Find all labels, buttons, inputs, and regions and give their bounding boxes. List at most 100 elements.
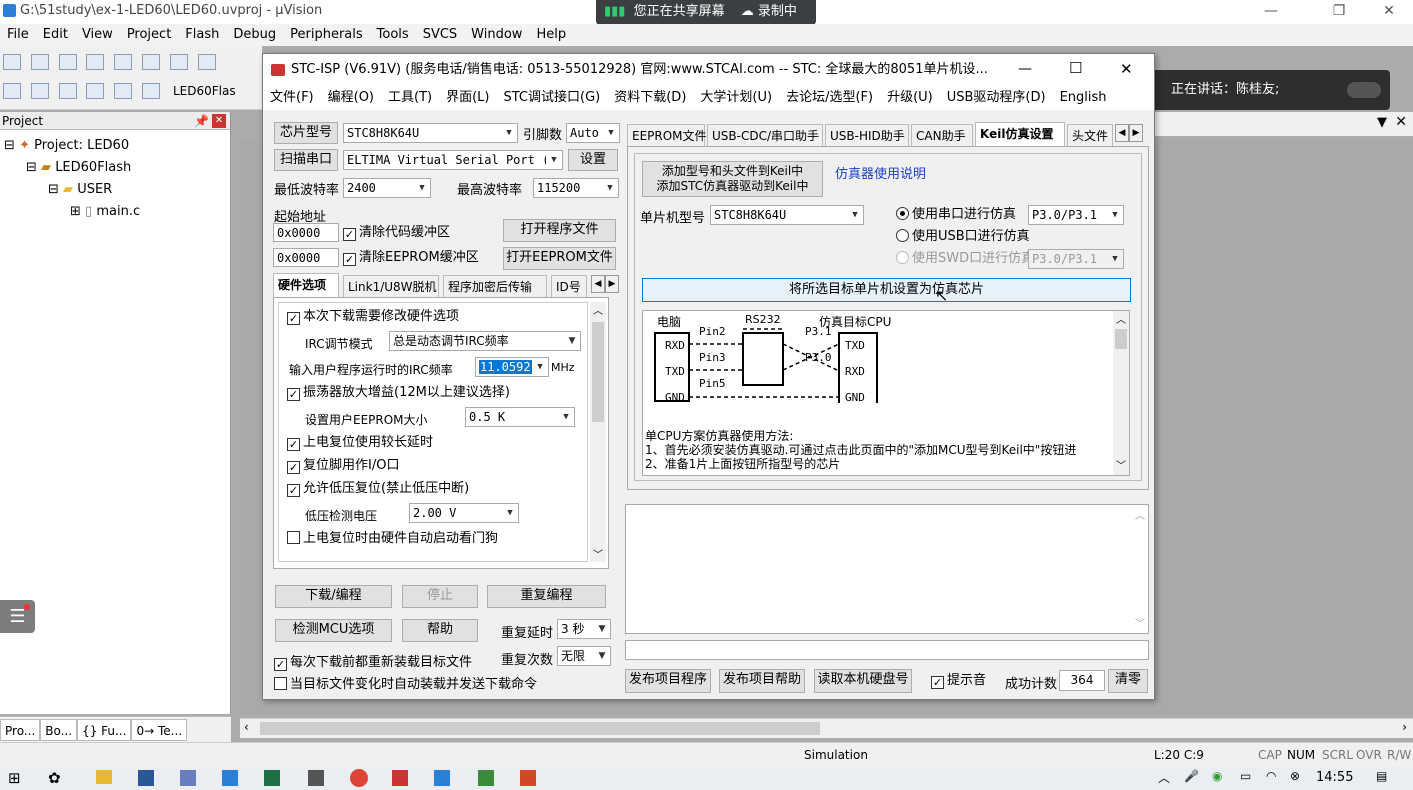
scroll-down-icon[interactable]: ﹀ xyxy=(593,546,603,561)
clock[interactable]: 14:55 xyxy=(1316,770,1353,785)
isp-minimize-icon[interactable]: — xyxy=(1018,61,1032,77)
tab-usb-hid[interactable]: USB-HID助手 xyxy=(825,124,909,146)
sim-manual-link[interactable]: 仿真器使用说明 xyxy=(835,163,926,182)
collapse-icon[interactable]: ⊟ xyxy=(4,138,15,153)
menu-help[interactable]: Help xyxy=(529,24,573,46)
tab-scroll-left-icon[interactable]: ◀ xyxy=(591,275,605,293)
min-baud-select[interactable]: 2400 ▼ xyxy=(343,178,431,198)
rebuild-icon[interactable] xyxy=(58,83,77,99)
detect-mcu-button[interactable]: 检测MCU选项 xyxy=(275,619,392,642)
add-to-keil-button[interactable]: 添加型号和头文件到Keil中 添加STC仿真器驱动到Keil中 xyxy=(642,161,823,197)
download-program-button[interactable]: 下载/编程 xyxy=(275,585,392,608)
app4-icon[interactable] xyxy=(308,770,324,786)
isp-menu-item[interactable]: 界面(L) xyxy=(439,86,496,110)
isp-menu-item[interactable]: 文件(F) xyxy=(263,86,321,110)
translate-icon[interactable] xyxy=(3,83,21,99)
cut-icon[interactable] xyxy=(114,54,133,70)
isp-menu-item[interactable]: 工具(T) xyxy=(381,86,439,110)
scroll-left-icon[interactable]: ‹ xyxy=(244,720,249,734)
windows-start-icon[interactable]: ⊞ xyxy=(8,769,21,787)
settings-button[interactable]: 设置 xyxy=(568,149,618,171)
publish-program-button[interactable]: 发布项目程序 xyxy=(625,669,711,693)
tab-eeprom-file[interactable]: EEPROM文件 xyxy=(627,124,707,146)
diagram-scrollbar[interactable]: ︿ ﹀ xyxy=(1113,311,1129,475)
tab-can[interactable]: CAN助手 xyxy=(911,124,973,146)
menu-svcs[interactable]: SVCS xyxy=(416,24,464,46)
expand-icon[interactable]: ⊞ xyxy=(70,204,81,219)
collapse-icon[interactable]: ⊟ xyxy=(26,160,37,175)
clear-eeprom-checkbox[interactable]: ✓ 清除EEPROM缓冲区 xyxy=(343,250,479,266)
restore-icon[interactable]: ❐ xyxy=(1316,0,1362,24)
word-icon[interactable] xyxy=(138,770,154,786)
help-button[interactable]: 帮助 xyxy=(402,619,478,642)
explorer-icon[interactable] xyxy=(96,770,112,784)
pin-count-select[interactable]: Auto ▼ xyxy=(566,123,620,143)
scroll-thumb[interactable] xyxy=(1115,329,1127,349)
tree-project[interactable]: ⊟ ✦ Project: LED60 xyxy=(4,136,129,156)
project-tab[interactable]: 0→ Te... xyxy=(131,719,188,741)
osc-gain-checkbox[interactable]: ✓ 振荡器放大增益(12M以上建议选择) xyxy=(287,385,510,401)
chrome-icon[interactable] xyxy=(350,769,368,787)
excel-icon[interactable] xyxy=(264,770,280,786)
stop-button[interactable]: 停止 xyxy=(402,585,478,608)
tab-header-file[interactable]: 头文件 xyxy=(1067,124,1113,146)
tab-link1[interactable]: Link1/U8W脱机 xyxy=(343,275,439,297)
tray-expand-icon[interactable]: ︿ xyxy=(1158,769,1170,786)
open-eeprom-button[interactable]: 打开EEPROM文件 xyxy=(503,247,616,270)
modify-hw-checkbox[interactable]: ✓ 本次下载需要修改硬件选项 xyxy=(287,309,459,325)
scroll-right-icon[interactable]: › xyxy=(1402,720,1407,734)
project-tab[interactable]: Bo... xyxy=(40,719,78,741)
project-tab[interactable]: {} Fu... xyxy=(77,719,132,741)
tree-target[interactable]: ⊟ ▰ LED60Flash xyxy=(26,158,131,178)
menu-project[interactable]: Project xyxy=(120,24,178,46)
chip-model-button[interactable]: 芯片型号 xyxy=(274,122,338,144)
eeprom-address-input[interactable]: 0x0000 xyxy=(273,248,339,267)
tab-id[interactable]: ID号 xyxy=(551,275,587,297)
read-disk-id-button[interactable]: 读取本机硬盘号 xyxy=(814,669,912,693)
tray-app-icon[interactable]: ◉ xyxy=(1212,769,1222,783)
minimize-icon[interactable]: — xyxy=(1248,0,1294,24)
menu-flash[interactable]: Flash xyxy=(178,24,226,46)
reset-io-checkbox[interactable]: ✓ 复位脚用作I/O口 xyxy=(287,458,399,474)
build-icon[interactable] xyxy=(30,83,49,99)
open-file-icon[interactable] xyxy=(30,54,49,70)
reload-before-download-checkbox[interactable]: ✓ 每次下载前都重新装载目标文件 xyxy=(274,655,472,671)
undo-icon[interactable] xyxy=(197,54,216,70)
close-icon[interactable]: ✕ xyxy=(1366,0,1412,24)
volume-icon[interactable]: ⊗ xyxy=(1290,769,1300,783)
menu-edit[interactable]: Edit xyxy=(36,24,75,46)
save-icon[interactable] xyxy=(58,54,77,70)
scroll-up-icon[interactable]: ︿ xyxy=(1116,311,1126,326)
paste-icon[interactable] xyxy=(169,54,188,70)
stop-build-icon[interactable] xyxy=(114,83,133,99)
eeprom-size-select[interactable]: 0.5 K ▼ xyxy=(465,407,575,427)
copy-icon[interactable] xyxy=(142,54,161,70)
pin-icon[interactable]: 📌 xyxy=(194,112,209,130)
isp-menu-item[interactable]: USB驱动程序(D) xyxy=(940,86,1053,110)
horizontal-scrollbar[interactable]: ‹ › xyxy=(240,718,1413,738)
isp-maximize-icon[interactable]: ☐ xyxy=(1069,59,1082,77)
mic-icon[interactable]: 🎤 xyxy=(1184,769,1199,783)
publish-help-button[interactable]: 发布项目帮助 xyxy=(719,669,805,693)
scroll-down-icon[interactable]: ﹀ xyxy=(1135,615,1145,630)
serial-port-pins-select[interactable]: P3.0/P3.1 ▼ xyxy=(1028,205,1124,225)
set-sim-chip-button[interactable]: 将所选目标单片机设置为仿真芯片 xyxy=(642,278,1131,302)
auto-reload-checkbox[interactable]: 当目标文件变化时自动装载并发送下载命令 xyxy=(274,677,537,693)
target-select[interactable]: LED60Flas xyxy=(173,84,236,98)
repeat-count-select[interactable]: 无限 ▼ xyxy=(557,646,611,666)
clear-count-button[interactable]: 清零 xyxy=(1108,669,1148,693)
serial-sim-radio[interactable]: 使用串口进行仿真 xyxy=(896,207,1016,223)
watchdog-checkbox[interactable]: 上电复位时由硬件自动启动看门狗 xyxy=(287,531,498,547)
scroll-thumb[interactable] xyxy=(260,722,820,735)
isp-menu-item[interactable]: 编程(O) xyxy=(321,86,381,110)
tree-file[interactable]: ⊞ ▯ main.c xyxy=(70,202,140,222)
target-options-icon[interactable] xyxy=(142,83,161,99)
menu-peripherals[interactable]: Peripherals xyxy=(283,24,370,46)
tab-scroll-right-icon[interactable]: ▶ xyxy=(1129,124,1143,142)
wifi-icon[interactable]: ◠ xyxy=(1266,769,1276,783)
isp-close-icon[interactable]: ✕ xyxy=(1120,60,1133,78)
panel-close-icon[interactable]: ✕ xyxy=(212,114,226,128)
download-icon[interactable] xyxy=(86,83,105,99)
tab-encrypt[interactable]: 程序加密后传输 xyxy=(443,275,547,297)
scroll-up-icon[interactable]: ︿ xyxy=(593,302,603,317)
